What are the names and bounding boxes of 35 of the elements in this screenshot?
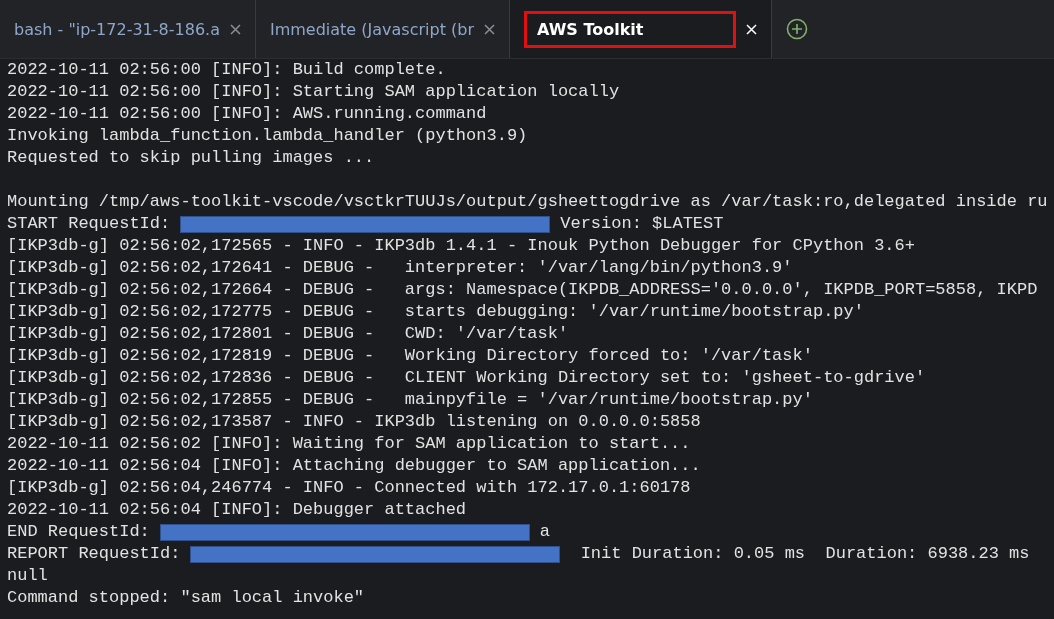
output-line: [IKP3db-g] 02:56:02,172775 - DEBUG - starts debugging: '/var/runtime/bootstrap.py'	[7, 301, 865, 323]
tab[interactable]: AWS Toolkit	[510, 0, 773, 58]
output-line: 2022-10-11 02:56:04 [INFO]: Attaching debugger to SAM application...	[7, 455, 702, 477]
output-line: Command stopped: "sam local invoke"	[7, 587, 366, 609]
close-icon	[746, 23, 758, 35]
output-line: Invoking lambda_function.lambda_handler (python3.9)	[7, 125, 529, 147]
output-line: [IKP3db-g] 02:56:02,172836 - DEBUG - CLIENT Working Directory set to: 'gsheet-to-gdrive'	[7, 367, 927, 389]
output-line: 2022-10-11 02:56:00 [INFO]: Starting SAM application locally	[7, 81, 621, 103]
output-line: [IKP3db-g] 02:56:02,172801 - DEBUG - CWD: '/var/task'	[7, 323, 570, 345]
output-line: 2022-10-11 02:56:00 [INFO]: AWS.running.command	[7, 103, 488, 125]
output-line: [IKP3db-g] 02:56:02,173587 - INFO - IKP3db listening on 0.0.0.0:5858	[7, 411, 702, 433]
output-line: [IKP3db-g] 02:56:02,172664 - DEBUG - args: Namespace(IKPDB_ADDRESS='0.0.0.0', IKPDB_PORT=5858, IKPD	[7, 279, 1039, 301]
tab-label[interactable]: AWS Toolkit	[524, 10, 737, 48]
output-line: [IKP3db-g] 02:56:04,246774 - INFO - Connected with 172.17.0.1:60178	[7, 477, 692, 499]
output-line: a	[539, 521, 551, 543]
close-icon	[229, 23, 241, 35]
output-line: Init Duration: 0.05 ms Duration: 6938.23 ms	[579, 543, 1030, 565]
output-line: START RequestId:	[7, 213, 171, 235]
tab-label[interactable]: Immediate (Javascript (br	[269, 13, 474, 45]
output-line: [IKP3db-g] 02:56:02,172641 - DEBUG - interpreter: '/var/lang/bin/python3.9'	[7, 257, 794, 279]
output-line: [IKP3db-g] 02:56:02,172565 - INFO - IKP3db 1.4.1 - Inouk Python Debugger for CPython 3.6+	[7, 235, 916, 257]
output-line: END RequestId:	[7, 521, 150, 543]
close-icon	[484, 23, 495, 35]
output-line: 2022-10-11 02:56:02 [INFO]: Waiting for SAM application to start...	[7, 433, 692, 455]
output-line: Mounting /tmp/aws-toolkit-vscode/vsctkrTUUJs/output/gsheettogdrive as /var/task:ro,delegated inside ru	[7, 191, 1049, 213]
plus-circle-icon	[786, 18, 809, 40]
output-line: null	[7, 565, 49, 587]
output-line: REPORT RequestId:	[7, 543, 181, 565]
output-line: [IKP3db-g] 02:56:02,172855 - DEBUG - mainpyfile = '/var/runtime/bootstrap.py'	[7, 389, 814, 411]
output-line: [IKP3db-g] 02:56:02,172819 - DEBUG - Working Directory forced to: '/var/task'	[7, 345, 814, 367]
output-line: 2022-10-11 02:56:04 [INFO]: Debugger attached	[7, 499, 468, 521]
output-line: Requested to skip pulling images ...	[7, 147, 376, 169]
output-line: 2022-10-11 02:56:00 [INFO]: Build complete.	[7, 59, 447, 81]
tab-label[interactable]: bash - "ip-172-31-8-186.a	[14, 13, 220, 45]
output-line: Version: $LATEST	[560, 213, 724, 235]
